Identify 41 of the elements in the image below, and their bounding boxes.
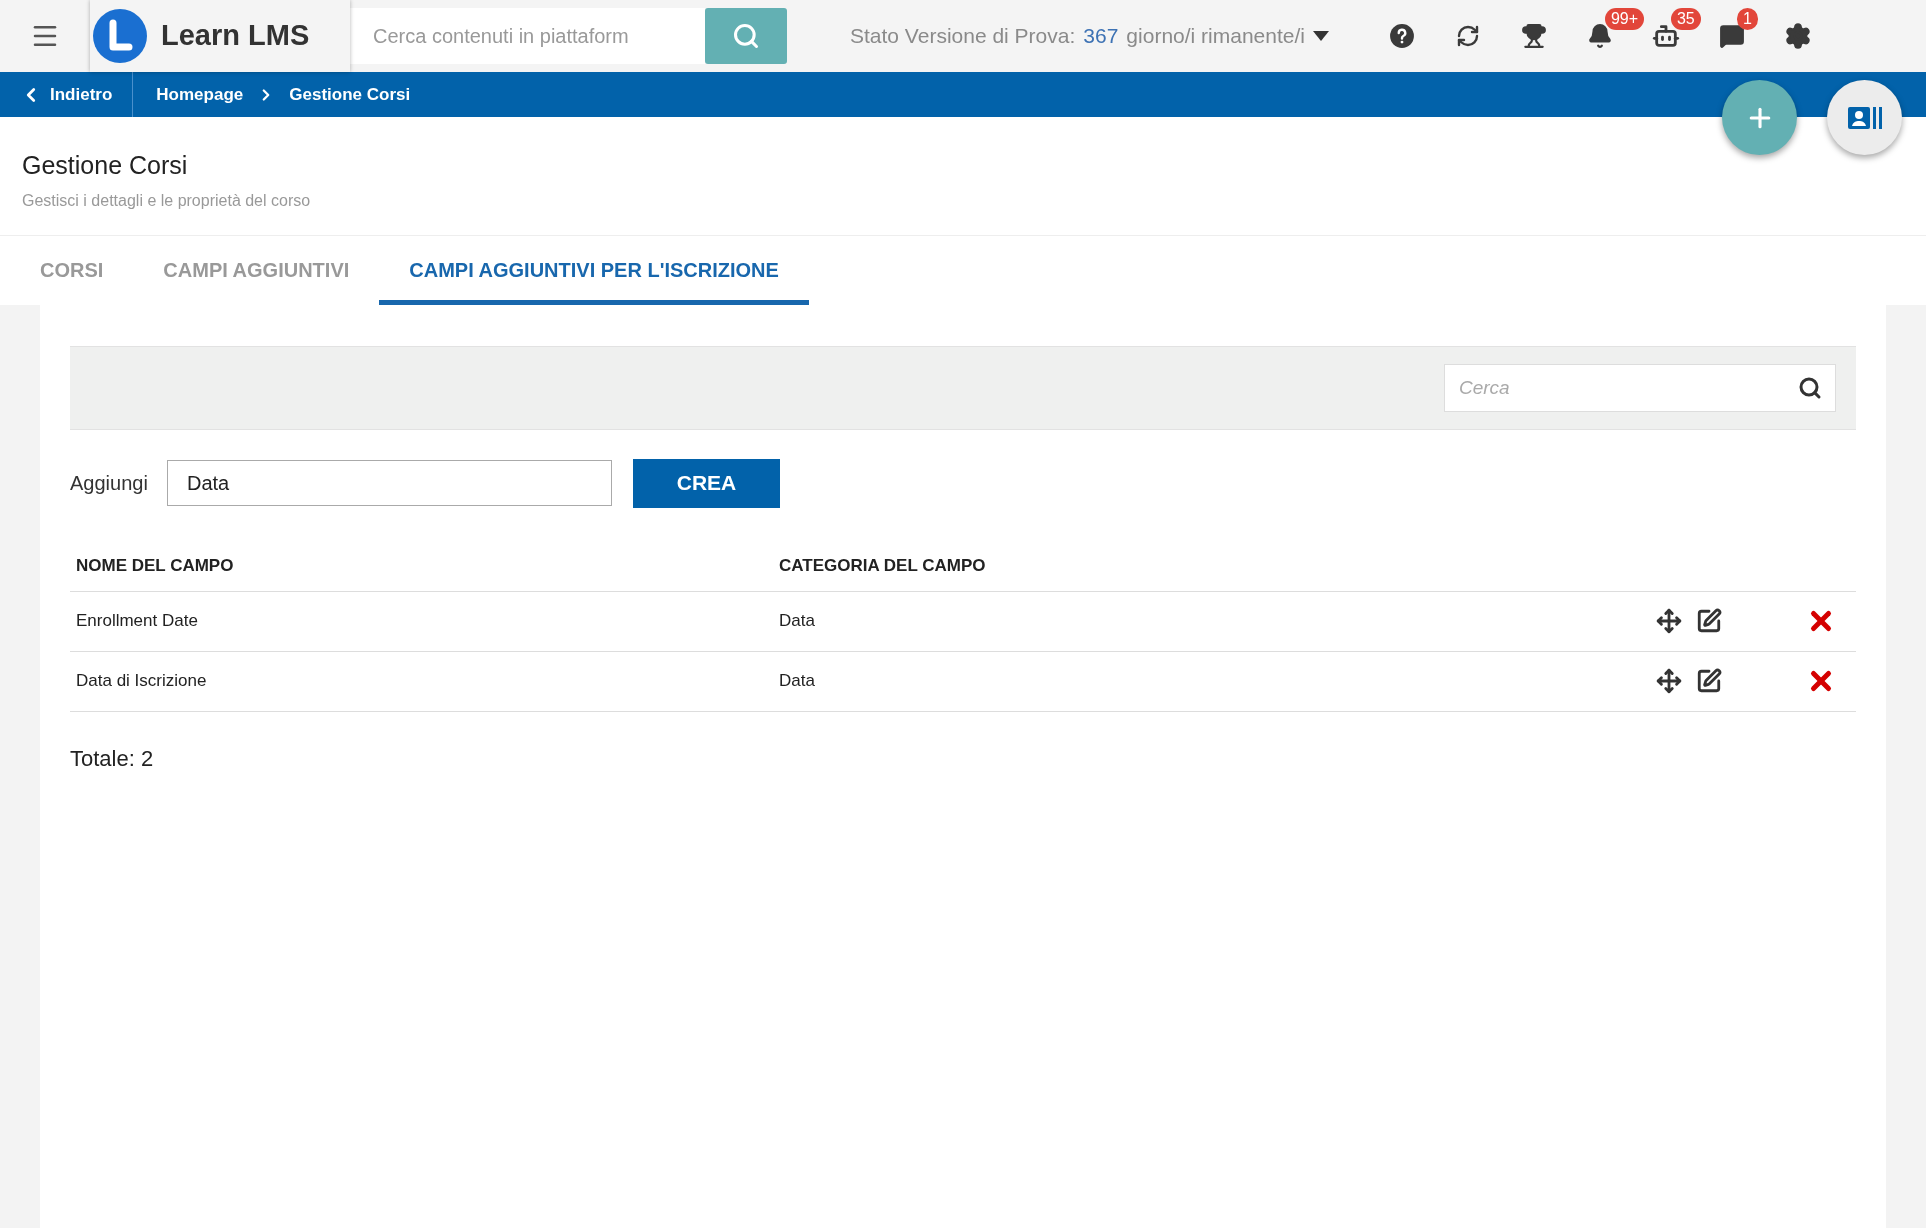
add-label: Aggiungi bbox=[70, 471, 149, 496]
logo-panel[interactable]: Learn LMS bbox=[90, 0, 350, 72]
table-cell: Data bbox=[779, 671, 815, 691]
search-icon bbox=[732, 22, 760, 50]
trial-days: 367 bbox=[1083, 20, 1119, 52]
column-header: NOME DEL CAMPO bbox=[76, 556, 234, 576]
notification-badge: 1 bbox=[1736, 8, 1758, 30]
settings-icon[interactable] bbox=[1783, 22, 1812, 50]
notification-badge: 99+ bbox=[1604, 8, 1645, 30]
edit-icon[interactable] bbox=[1696, 608, 1722, 634]
trial-suffix: giorno/i rimanente/i bbox=[1126, 23, 1305, 50]
move-icon[interactable] bbox=[1656, 608, 1682, 634]
robot-icon[interactable] bbox=[1651, 22, 1680, 50]
table-cell: Data di Iscrizione bbox=[76, 671, 207, 691]
filter-field[interactable]: Cerca bbox=[1444, 363, 1836, 412]
edit-icon[interactable] bbox=[1696, 668, 1722, 694]
logo-text: Learn LMS bbox=[161, 18, 310, 54]
contact-card-icon bbox=[1847, 105, 1882, 130]
trial-status[interactable]: Stato Versione di Prova: 367 giorno/i rimanente/i bbox=[850, 20, 1329, 52]
help-icon[interactable] bbox=[1388, 23, 1415, 49]
move-icon[interactable] bbox=[1656, 668, 1682, 694]
trophy-icon[interactable] bbox=[1520, 23, 1547, 49]
bell-icon[interactable] bbox=[1586, 23, 1613, 49]
total-count: Totale: 2 bbox=[70, 744, 155, 773]
column-header: CATEGORIA DEL CAMPO bbox=[779, 556, 986, 576]
trial-label: Stato Versione di Prova: bbox=[850, 23, 1076, 50]
caret-icon bbox=[1312, 31, 1329, 41]
table-cell: Data bbox=[779, 611, 815, 631]
type-select[interactable]: Data bbox=[167, 460, 612, 506]
sync-icon[interactable] bbox=[1455, 24, 1480, 48]
notification-badge: 35 bbox=[1670, 8, 1701, 30]
logo-icon bbox=[93, 9, 147, 63]
create-button[interactable]: CREA bbox=[633, 458, 780, 508]
search-icon[interactable] bbox=[1798, 375, 1822, 400]
page-subtitle: Gestisci i dettagli e le proprietà del corso bbox=[22, 190, 312, 211]
chat-icon[interactable] bbox=[1718, 23, 1745, 49]
search-field[interactable]: Cerca contenuti in piattaform bbox=[350, 8, 705, 64]
breadcrumb-item[interactable]: Gestione Corsi bbox=[289, 81, 411, 108]
page-title: Gestione Corsi bbox=[22, 150, 189, 181]
breadcrumb-item[interactable]: Homepage bbox=[156, 81, 244, 108]
table-cell: Enrollment Date bbox=[76, 611, 198, 631]
